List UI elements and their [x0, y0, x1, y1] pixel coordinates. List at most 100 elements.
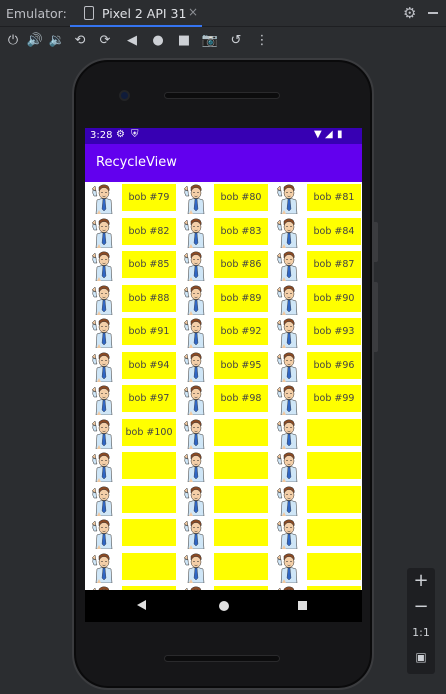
- list-item[interactable]: [177, 551, 269, 584]
- zoom-controls: + − 1:1 ▣: [407, 568, 435, 674]
- list-item[interactable]: bob #84: [270, 216, 362, 249]
- overview-icon[interactable]: ■: [175, 32, 193, 50]
- power-icon[interactable]: ⏻: [4, 32, 22, 50]
- volume-down-icon[interactable]: 🔉: [48, 32, 66, 50]
- list-item[interactable]: bob #87: [270, 249, 362, 282]
- bob-label: bob #84: [307, 217, 361, 245]
- list-item[interactable]: bob #81: [270, 182, 362, 215]
- list-item[interactable]: bob #90: [270, 283, 362, 316]
- power-side-button: [374, 222, 378, 262]
- bob-avatar-icon: [90, 183, 118, 215]
- recycler-grid[interactable]: bob #79 bob #80 bob #81 bob #82 bob #83 …: [85, 182, 362, 590]
- rotate-left-icon[interactable]: ⟲: [71, 32, 89, 50]
- snapshot-icon[interactable]: ↺: [227, 32, 245, 50]
- list-item[interactable]: [85, 551, 177, 584]
- bob-avatar-icon: [275, 250, 303, 282]
- list-item[interactable]: [177, 450, 269, 483]
- volume-side-button: [374, 282, 378, 352]
- list-item[interactable]: [85, 517, 177, 550]
- status-bar: 3:28 ⚙ ⛨ ▼ ◢ ▮: [85, 128, 362, 144]
- emulator-toolbar: ⏻ 🔊 🔉 ⟲ ⟳ ◀ ● ■ 📷 ↺ ⋮: [0, 28, 446, 56]
- bob-label: [214, 452, 268, 479]
- bob-label: bob #89: [214, 284, 268, 312]
- zoom-fit-icon[interactable]: ▣: [407, 650, 435, 664]
- emulator-titlebar: Emulator: Pixel 2 API 31 × ⚙: [0, 0, 446, 27]
- bob-avatar-icon: [90, 418, 118, 449]
- device-screen[interactable]: 3:28 ⚙ ⛨ ▼ ◢ ▮ RecycleView bob #79 bob #…: [85, 128, 362, 590]
- minimize-icon[interactable]: [428, 12, 438, 14]
- list-item[interactable]: bob #100: [85, 417, 177, 450]
- bob-label: bob #97: [122, 385, 176, 412]
- list-item[interactable]: bob #86: [177, 249, 269, 282]
- bob-label: bob #90: [307, 284, 361, 312]
- list-item[interactable]: bob #83: [177, 216, 269, 249]
- list-item[interactable]: bob #89: [177, 283, 269, 316]
- bob-avatar-icon: [275, 217, 303, 248]
- bob-avatar-icon: [90, 518, 118, 550]
- list-item[interactable]: [270, 450, 362, 483]
- bob-avatar-icon: [90, 317, 118, 349]
- bob-avatar-icon: [182, 250, 210, 282]
- list-item[interactable]: [85, 484, 177, 517]
- battery-icon: ▮: [337, 129, 343, 140]
- nav-home-icon[interactable]: [219, 601, 229, 611]
- screenshot-icon[interactable]: 📷: [201, 32, 219, 50]
- volume-up-icon[interactable]: 🔊: [26, 32, 44, 50]
- device-tab[interactable]: Pixel 2 API 31 ×: [70, 0, 202, 27]
- bob-avatar-icon: [275, 552, 303, 583]
- home-icon[interactable]: ●: [149, 32, 167, 50]
- list-item[interactable]: bob #88: [85, 283, 177, 316]
- bob-label: bob #98: [214, 385, 268, 412]
- list-item[interactable]: bob #98: [177, 383, 269, 416]
- rotate-right-icon[interactable]: ⟳: [96, 32, 114, 50]
- list-item[interactable]: bob #80: [177, 182, 269, 215]
- nav-recent-icon[interactable]: [298, 601, 307, 610]
- app-title: RecycleView: [96, 155, 177, 170]
- list-item[interactable]: bob #79: [85, 182, 177, 215]
- list-item[interactable]: [270, 417, 362, 450]
- bob-avatar-icon: [275, 384, 303, 416]
- bob-avatar-icon: [275, 351, 303, 382]
- more-icon[interactable]: ⋮: [253, 32, 271, 50]
- bob-avatar-icon: [90, 451, 118, 483]
- list-item[interactable]: bob #99: [270, 383, 362, 416]
- zoom-actual-size-button[interactable]: 1:1: [407, 626, 435, 639]
- bob-label: bob #81: [307, 184, 361, 211]
- list-item[interactable]: [177, 417, 269, 450]
- list-item[interactable]: bob #96: [270, 350, 362, 383]
- back-icon[interactable]: ◀: [123, 32, 141, 50]
- list-item[interactable]: [270, 517, 362, 550]
- bob-avatar-icon: [182, 518, 210, 550]
- list-item[interactable]: bob #97: [85, 383, 177, 416]
- list-item[interactable]: bob #85: [85, 249, 177, 282]
- bob-label: bob #95: [214, 351, 268, 379]
- bob-avatar-icon: [182, 552, 210, 583]
- close-tab-icon[interactable]: ×: [188, 5, 198, 19]
- bob-label: bob #99: [307, 385, 361, 412]
- list-item[interactable]: bob #91: [85, 316, 177, 349]
- bob-label: bob #87: [307, 251, 361, 278]
- list-item[interactable]: bob #95: [177, 350, 269, 383]
- nav-back-icon[interactable]: [137, 600, 146, 610]
- bob-avatar-icon: [90, 384, 118, 416]
- list-item[interactable]: [270, 484, 362, 517]
- list-item[interactable]: bob #82: [85, 216, 177, 249]
- gear-icon[interactable]: ⚙: [403, 4, 416, 22]
- list-item[interactable]: bob #92: [177, 316, 269, 349]
- bob-avatar-icon: [90, 485, 118, 516]
- list-item[interactable]: bob #94: [85, 350, 177, 383]
- zoom-out-button[interactable]: −: [407, 596, 435, 617]
- list-item[interactable]: [177, 484, 269, 517]
- list-item[interactable]: [270, 551, 362, 584]
- wifi-icon: ▼: [314, 129, 322, 140]
- bob-label: bob #86: [214, 251, 268, 278]
- zoom-in-button[interactable]: +: [407, 570, 435, 591]
- list-item[interactable]: bob #93: [270, 316, 362, 349]
- list-item[interactable]: [177, 517, 269, 550]
- bob-avatar-icon: [182, 183, 210, 215]
- bob-avatar-icon: [90, 217, 118, 248]
- bob-avatar-icon: [182, 418, 210, 449]
- bob-avatar-icon: [90, 250, 118, 282]
- list-item[interactable]: [85, 450, 177, 483]
- bob-label: bob #94: [122, 351, 176, 379]
